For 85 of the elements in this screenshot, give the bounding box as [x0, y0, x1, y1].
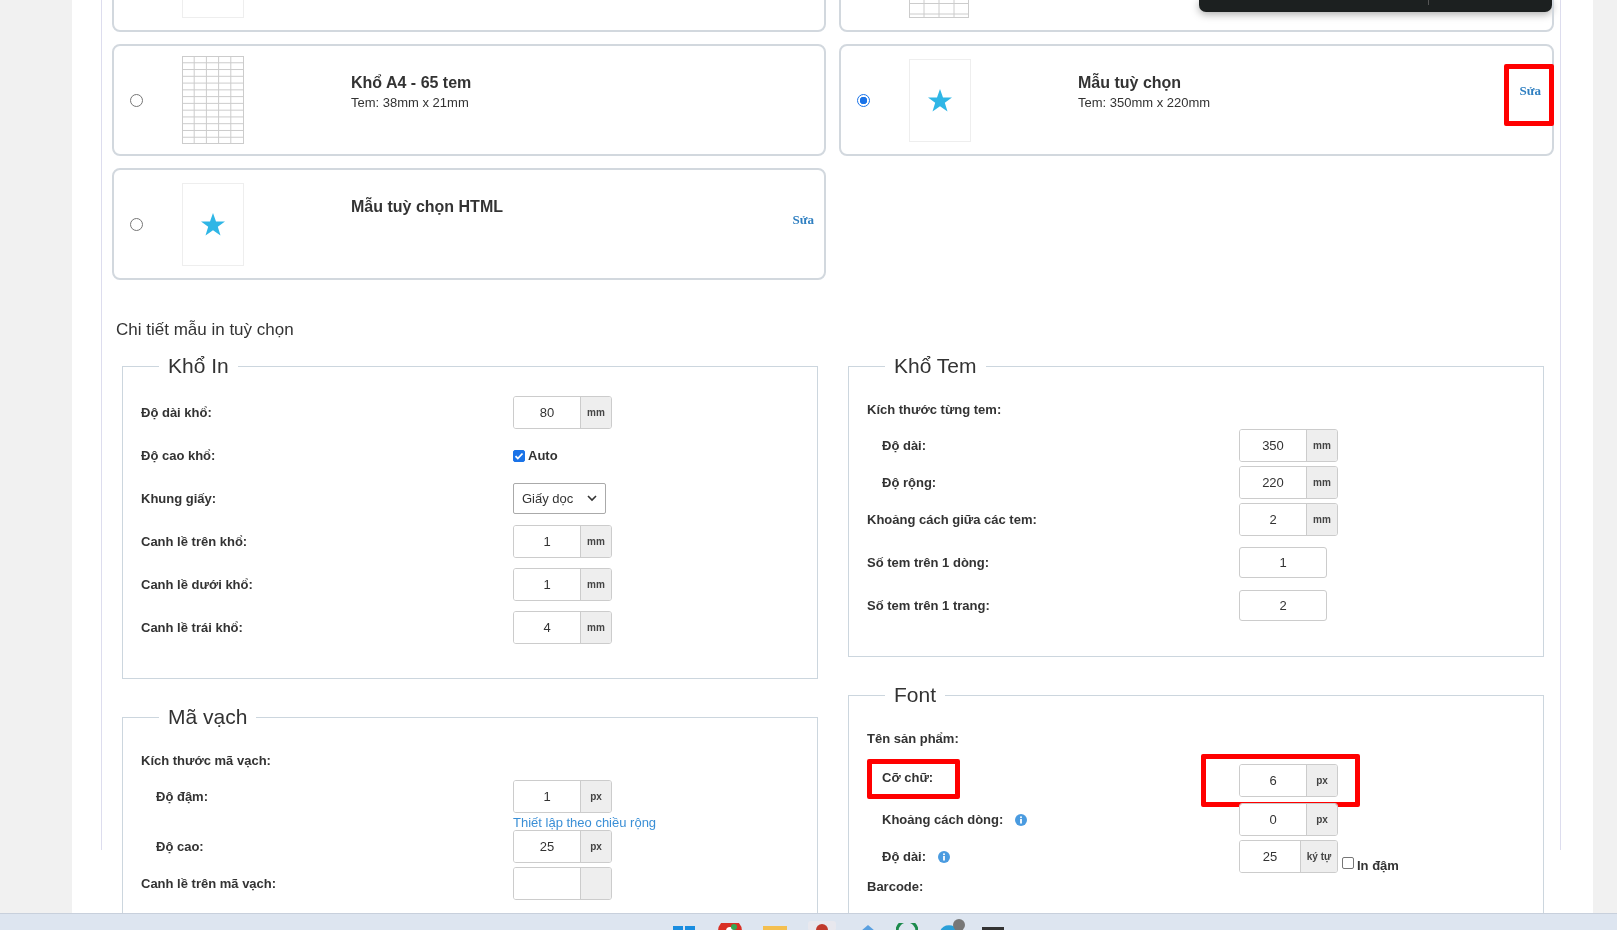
number-field[interactable]: 220 mm: [1239, 466, 1338, 499]
template-title: Mẫu tuỳ chọn: [1078, 74, 1183, 92]
radio-button[interactable]: [130, 93, 143, 107]
checkbox-label: Auto: [528, 448, 558, 463]
info-icon[interactable]: [938, 850, 951, 863]
checkbox[interactable]: [1342, 857, 1354, 869]
star-icon: [201, 212, 225, 236]
template-card[interactable]: Mẫu tuỳ chọn HTML Sửa: [112, 168, 826, 280]
unit-label: mm: [1307, 504, 1337, 535]
field-label: Kích thước mã vạch:: [141, 753, 271, 768]
number-field[interactable]: 25 px: [513, 830, 612, 863]
unit-label: mm: [1307, 430, 1337, 461]
app-icon[interactable]: [808, 921, 836, 930]
template-size: Tem: 38mm x 21mm: [351, 95, 470, 110]
number-field[interactable]: 6 px: [1239, 764, 1338, 797]
number-field[interactable]: 350 mm: [1239, 429, 1338, 462]
field-label: Khoảng cách giữa các tem:: [867, 512, 1037, 527]
window-app-icon[interactable]: [982, 926, 1004, 930]
edit-link[interactable]: Sửa: [1519, 83, 1541, 99]
template-card[interactable]: Khổ A4 - 65 tem Tem: 38mm x 21mm: [112, 44, 826, 156]
group-legend: Khổ Tem: [885, 354, 986, 378]
unit-label: ký tự: [1301, 841, 1337, 872]
checkbox-label: In đậm: [1357, 858, 1399, 873]
paper-select[interactable]: Giấy dọc: [513, 483, 606, 514]
field-label: Canh lề dưới khổ:: [141, 577, 253, 592]
number-field[interactable]: 80 mm: [513, 396, 612, 429]
number-field[interactable]: 25 ký tự: [1239, 840, 1338, 873]
unit-label: [581, 868, 611, 899]
field-label: Độ cao khổ:: [141, 448, 216, 463]
chevron-down-icon: [587, 495, 597, 502]
number-field[interactable]: 2: [1239, 590, 1327, 621]
number-field[interactable]: 1 mm: [513, 525, 612, 558]
field-label: Kích thước từng tem:: [867, 402, 1002, 417]
template-card[interactable]: Mẫu tuỳ chọn Tem: 350mm x 220mm Sửa: [839, 44, 1554, 156]
field-label: Độ rộng:: [882, 475, 937, 490]
section-title: Chi tiết mẫu in tuỳ chọn: [116, 320, 295, 340]
group-legend: Khổ In: [159, 354, 238, 378]
field-label: Khoảng cách dòng:: [882, 812, 1004, 827]
field-label: Cỡ chữ:: [882, 769, 934, 785]
field-label: Số tem trên 1 dòng:: [867, 555, 990, 570]
number-field[interactable]: [513, 867, 612, 900]
unit-label: px: [581, 831, 611, 862]
template-size: Tem: 350mm x 220mm: [1078, 95, 1211, 110]
arrow-icon[interactable]: [861, 925, 875, 930]
radio-button[interactable]: [857, 93, 870, 107]
field-label: Canh lề trên mã vạch:: [141, 876, 277, 891]
browser-icon[interactable]: [718, 923, 742, 930]
field-label: Độ dài:: [882, 849, 927, 864]
info-icon[interactable]: [1015, 813, 1028, 826]
checkbox[interactable]: [513, 449, 525, 462]
template-title: Khổ A4 - 65 tem: [351, 74, 472, 92]
radio-button[interactable]: [130, 217, 143, 231]
unit-label: px: [581, 781, 611, 812]
number-field[interactable]: 1: [1239, 547, 1327, 578]
width-setting-link[interactable]: Thiết lập theo chiều rộng: [513, 815, 799, 830]
unit-label: mm: [581, 526, 611, 557]
field-label: Khung giấy:: [141, 491, 217, 506]
field-label: Canh lề trái khổ:: [141, 620, 243, 635]
circle-app-icon[interactable]: [896, 923, 918, 930]
field-label: Barcode:: [867, 879, 924, 894]
windows-logo-icon[interactable]: [673, 925, 695, 930]
unit-label: mm: [581, 397, 611, 428]
field-label: Độ dài:: [882, 438, 927, 453]
template-title: Mẫu tuỳ chọn HTML: [351, 198, 503, 216]
edit-link[interactable]: Sửa: [792, 212, 814, 228]
number-field[interactable]: 1 mm: [513, 568, 612, 601]
star-icon: [928, 88, 952, 112]
unit-label: px: [1307, 804, 1337, 835]
number-field[interactable]: 4 mm: [513, 611, 612, 644]
group-legend: Mã vạch: [159, 705, 257, 729]
unit-label: mm: [581, 612, 611, 643]
number-field[interactable]: 1 px: [513, 780, 612, 813]
number-field[interactable]: 0 px: [1239, 803, 1338, 836]
field-label: Độ dài khổ:: [141, 405, 212, 420]
field-label: Độ cao:: [156, 839, 204, 854]
field-label: Canh lề trên khổ:: [141, 534, 248, 549]
field-label: Tên sản phẩm:: [867, 731, 959, 746]
group-legend: Font: [885, 683, 946, 707]
unit-label: px: [1307, 765, 1337, 796]
number-field[interactable]: 2 mm: [1239, 503, 1338, 536]
badge-app-icon[interactable]: [938, 919, 966, 930]
field-label: Số tem trên 1 trang:: [867, 598, 990, 613]
unit-label: mm: [581, 569, 611, 600]
field-label: Độ đậm:: [156, 789, 208, 804]
unit-label: mm: [1307, 467, 1337, 498]
